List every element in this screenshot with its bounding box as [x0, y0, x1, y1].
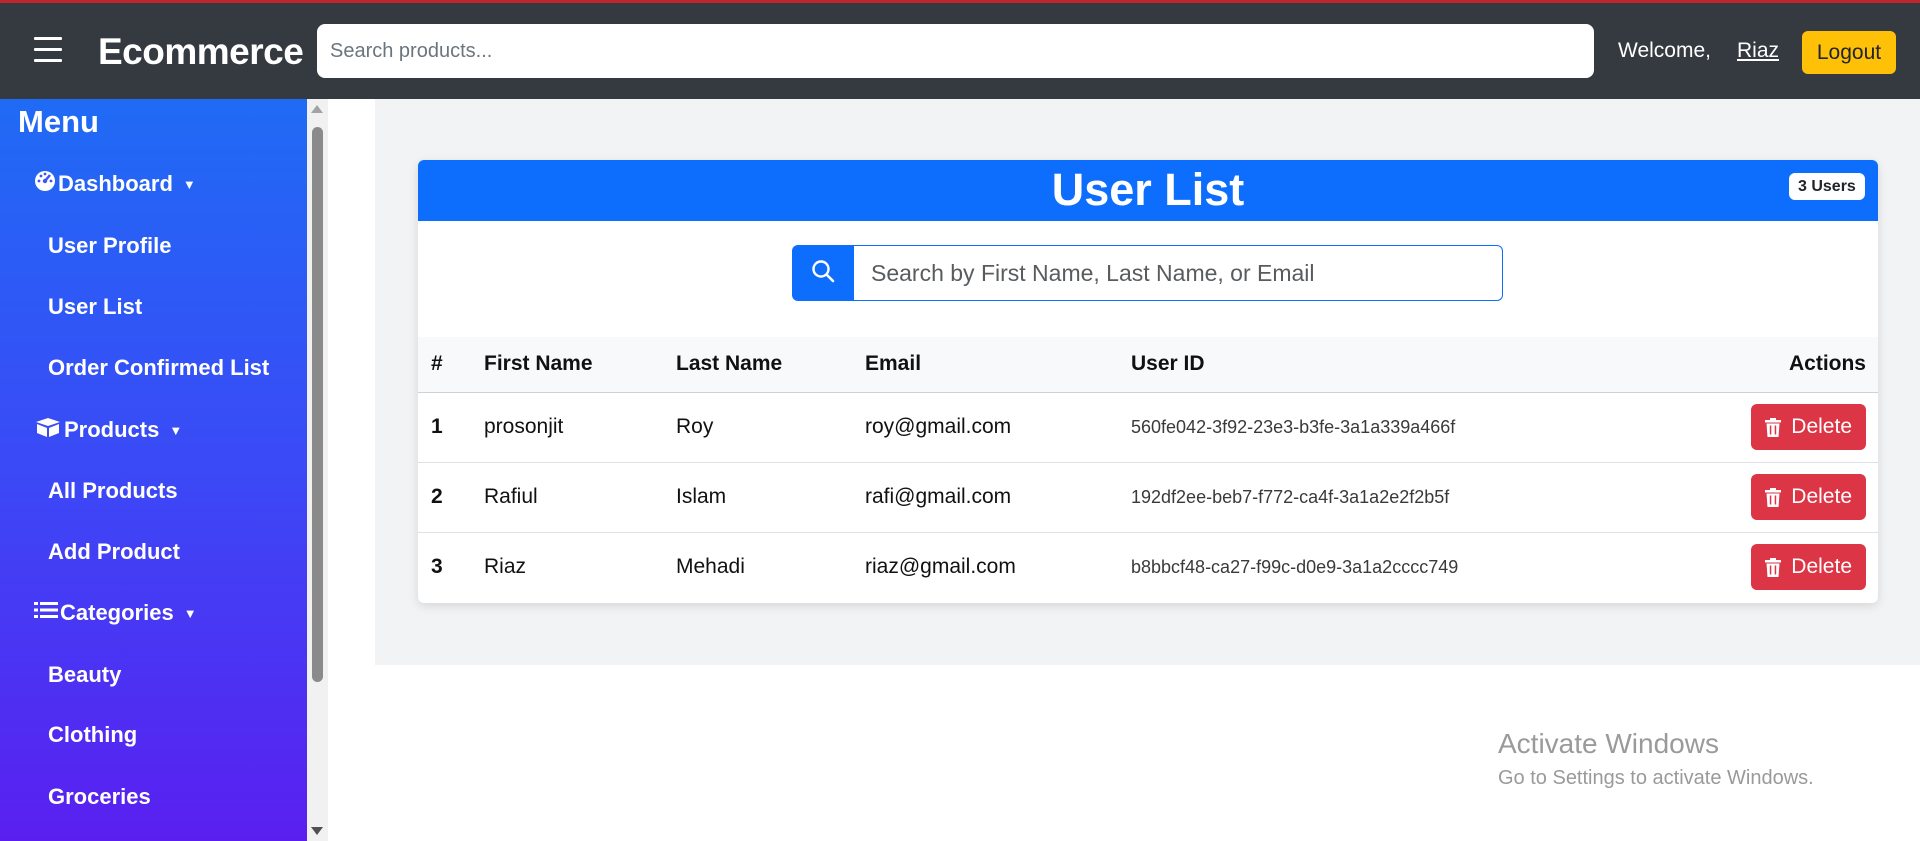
- row-number: 2: [431, 485, 443, 508]
- trash-icon: [1765, 417, 1782, 437]
- sidebar: Menu Dashboard ▼ User Profile User List …: [0, 99, 307, 841]
- column-header-user-id: User ID: [1131, 352, 1205, 376]
- email-cell: roy@gmail.com: [865, 415, 1012, 438]
- sidebar-item-all-products[interactable]: All Products: [48, 478, 178, 504]
- sidebar-item-label: Dashboard: [58, 171, 173, 196]
- delete-label: Delete: [1791, 415, 1852, 438]
- trash-icon: [1765, 487, 1782, 507]
- column-header-last-name: Last Name: [676, 352, 783, 376]
- first-name-cell: Riaz: [484, 555, 527, 579]
- product-search-input[interactable]: [317, 24, 1594, 78]
- sidebar-item-user-profile[interactable]: User Profile: [48, 233, 172, 259]
- delete-label: Delete: [1791, 485, 1852, 508]
- sidebar-scrollbar[interactable]: [307, 99, 328, 841]
- top-navbar: Ecommerce Welcome, Riaz Logout: [0, 3, 1920, 99]
- scrollbar-thumb[interactable]: [312, 127, 323, 682]
- card-header: User List 3 Users: [418, 160, 1878, 221]
- table-row: 1 prosonjit Roy roy@gmail.com 560fe042-3…: [418, 392, 1878, 462]
- sidebar-title: Menu: [18, 104, 99, 139]
- first-name-cell: Rafiul: [484, 485, 538, 508]
- page-title: User List: [1051, 164, 1245, 215]
- delete-button[interactable]: Delete: [1751, 404, 1866, 450]
- table-row: 3 Riaz Mehadi riaz@gmail.com b8bbcf48-ca…: [418, 532, 1878, 602]
- delete-button[interactable]: Delete: [1751, 544, 1866, 591]
- table-row: 2 Rafiul Islam rafi@gmail.com 192df2ee-b…: [418, 462, 1878, 532]
- last-name-cell: Roy: [676, 415, 714, 438]
- caret-down-icon: ▼: [183, 605, 197, 621]
- sidebar-item-label: Products: [64, 417, 160, 442]
- welcome-text: Welcome,: [1618, 39, 1711, 62]
- hamburger-menu-icon[interactable]: [34, 37, 64, 65]
- column-header-number: #: [431, 352, 443, 376]
- user-search-group: [792, 245, 1503, 301]
- last-name-cell: Islam: [676, 485, 727, 508]
- username-link[interactable]: Riaz: [1737, 39, 1779, 63]
- last-name-cell: Mehadi: [676, 555, 745, 579]
- sidebar-item-user-list[interactable]: User List: [48, 294, 142, 320]
- actions-cell: Delete: [1669, 462, 1878, 532]
- delete-button[interactable]: Delete: [1751, 474, 1866, 520]
- user-count-badge: 3 Users: [1789, 173, 1865, 200]
- user-table: # First Name Last Name Email User ID Act…: [418, 337, 1878, 602]
- user-id-cell: 560fe042-3f92-23e3-b3fe-3a1a339a466f: [1131, 416, 1456, 437]
- scroll-up-arrow-icon[interactable]: [311, 105, 323, 113]
- search-button[interactable]: [792, 245, 854, 301]
- caret-down-icon: ▼: [182, 176, 196, 192]
- sidebar-item-dashboard[interactable]: Dashboard ▼: [34, 170, 196, 198]
- first-name-cell: prosonjit: [484, 415, 564, 438]
- scroll-down-arrow-icon[interactable]: [311, 827, 323, 835]
- logout-button[interactable]: Logout: [1802, 31, 1896, 74]
- sidebar-item-groceries[interactable]: Groceries: [48, 784, 151, 810]
- email-cell: riaz@gmail.com: [865, 555, 1016, 579]
- user-list-card: User List 3 Users # First Name Last Name…: [418, 160, 1878, 603]
- list-icon: [34, 600, 58, 626]
- delete-label: Delete: [1791, 555, 1852, 579]
- row-number: 3: [431, 555, 443, 579]
- dashboard-icon: [34, 170, 56, 198]
- user-id-cell: 192df2ee-beb7-f772-ca4f-3a1a2e2f2b5f: [1131, 486, 1450, 507]
- column-header-actions: Actions: [1788, 352, 1866, 376]
- brand-logo[interactable]: Ecommerce: [98, 31, 304, 73]
- user-search-input[interactable]: [854, 245, 1503, 301]
- trash-icon: [1765, 557, 1782, 577]
- sidebar-item-beauty[interactable]: Beauty: [48, 662, 121, 688]
- sidebar-item-clothing[interactable]: Clothing: [48, 722, 137, 748]
- actions-cell: Delete: [1669, 532, 1878, 602]
- activate-windows-title: Activate Windows: [1498, 728, 1719, 759]
- actions-cell: Delete: [1669, 392, 1878, 462]
- sidebar-item-products[interactable]: Products ▼: [34, 416, 182, 444]
- activate-windows-subtitle: Go to Settings to activate Windows.: [1498, 767, 1814, 789]
- box-icon: [34, 416, 62, 444]
- sidebar-item-label: Categories: [60, 600, 174, 625]
- sidebar-item-order-confirmed-list[interactable]: Order Confirmed List: [48, 355, 269, 381]
- caret-down-icon: ▼: [169, 422, 183, 438]
- sidebar-item-add-product[interactable]: Add Product: [48, 539, 180, 565]
- column-header-first-name: First Name: [484, 352, 593, 376]
- row-number: 1: [431, 415, 443, 438]
- column-header-email: Email: [865, 352, 922, 376]
- table-header-row: # First Name Last Name Email User ID Act…: [418, 337, 1878, 392]
- email-cell: rafi@gmail.com: [865, 485, 1012, 508]
- sidebar-item-categories[interactable]: Categories ▼: [34, 600, 197, 626]
- user-id-cell: b8bbcf48-ca27-f99c-d0e9-3a1a2cccc749: [1131, 556, 1459, 577]
- search-icon: [811, 259, 835, 288]
